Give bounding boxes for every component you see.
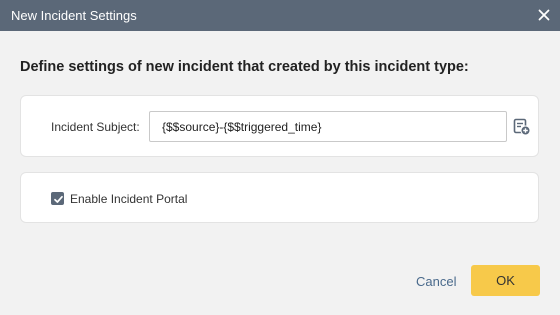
insert-variable-icon[interactable]: [513, 118, 531, 136]
enable-portal-checkbox[interactable]: [51, 192, 64, 205]
ok-button[interactable]: OK: [471, 265, 540, 296]
incident-subject-label: Incident Subject:: [51, 120, 140, 134]
subject-card: Incident Subject:: [20, 95, 539, 157]
incident-subject-input[interactable]: [149, 111, 507, 142]
close-icon[interactable]: [536, 7, 552, 23]
new-incident-settings-dialog: New Incident Settings Define settings of…: [0, 0, 560, 315]
cancel-button[interactable]: Cancel: [416, 274, 456, 289]
enable-portal-label[interactable]: Enable Incident Portal: [70, 192, 187, 206]
dialog-titlebar: New Incident Settings: [0, 0, 560, 31]
portal-card: Enable Incident Portal: [20, 172, 539, 223]
dialog-title: New Incident Settings: [11, 8, 137, 23]
dialog-heading: Define settings of new incident that cre…: [20, 59, 469, 75]
